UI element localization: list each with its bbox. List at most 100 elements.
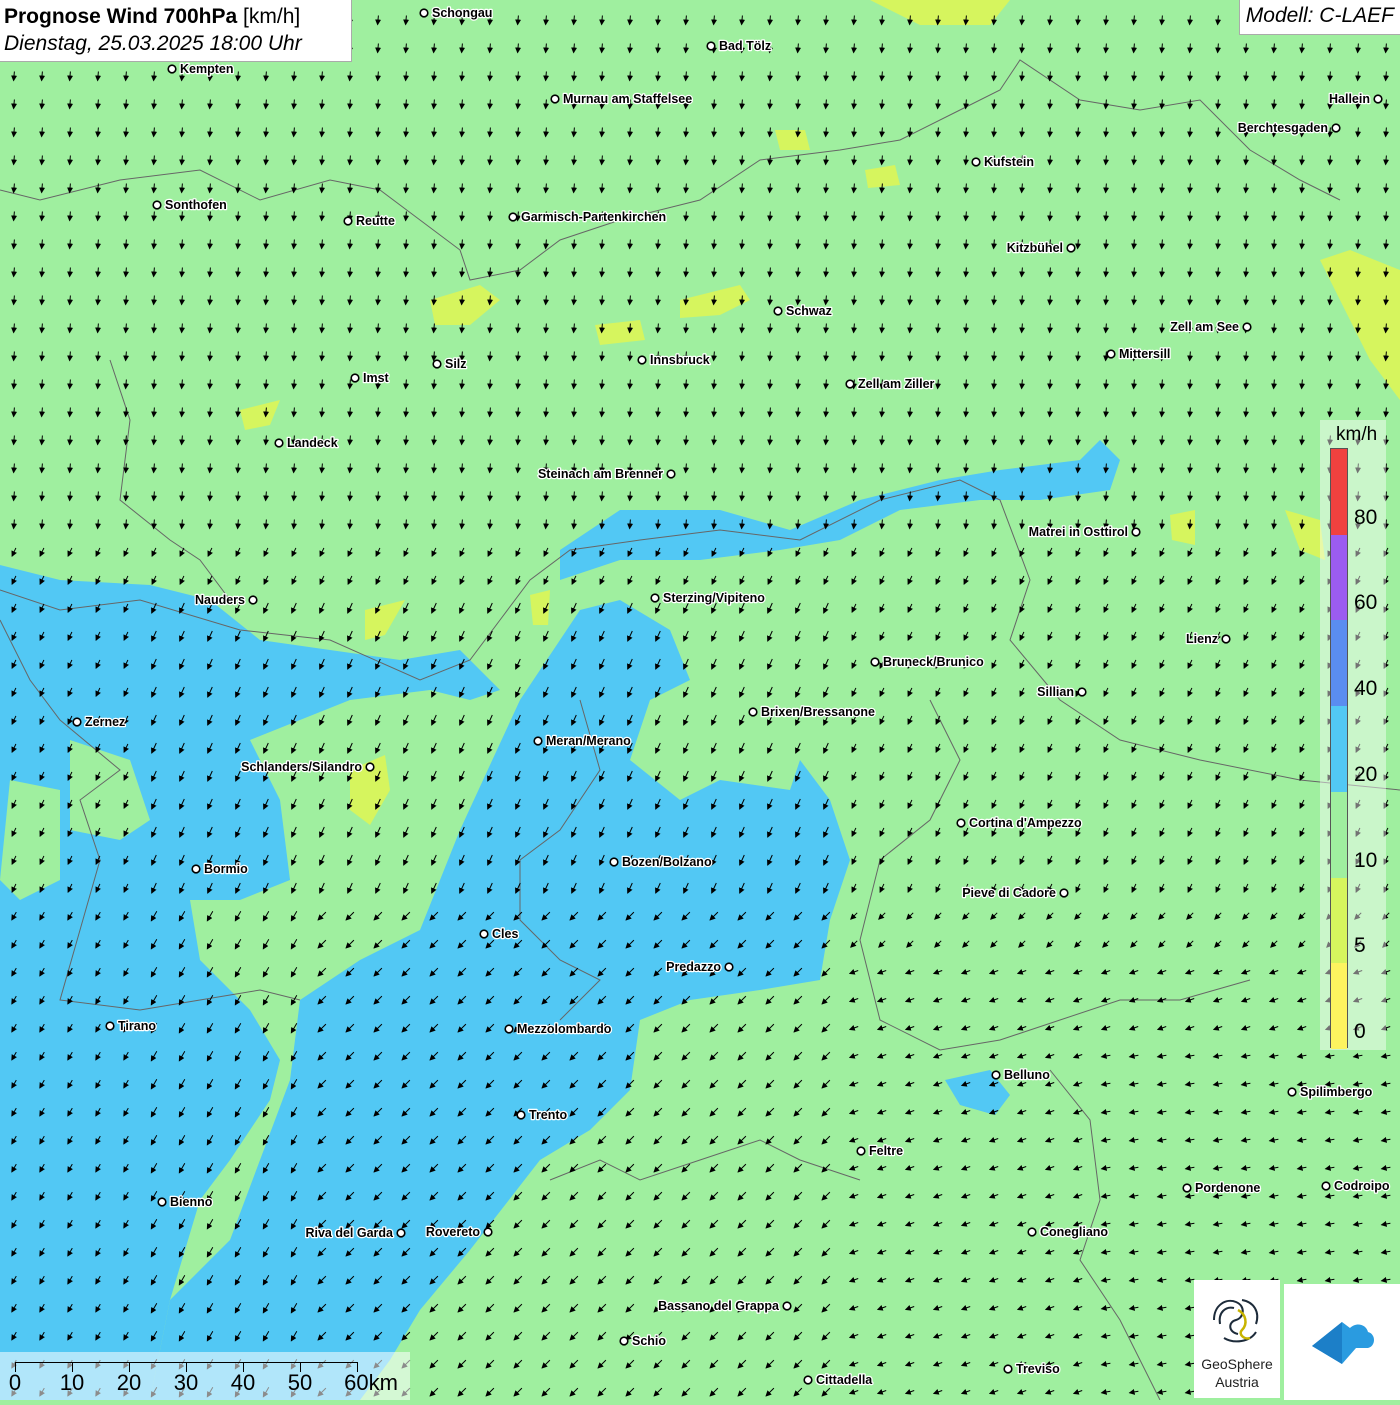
geosphere-name: GeoSphere xyxy=(1201,1356,1273,1372)
city-label: Berchtesgaden xyxy=(1238,121,1328,135)
city-marker xyxy=(1027,1227,1037,1237)
city-label: Zell am Ziller xyxy=(858,377,935,391)
legend-label: 10 xyxy=(1354,848,1378,872)
city-marker xyxy=(991,1070,1001,1080)
forecast-datetime: Dienstag, 25.03.2025 18:00 Uhr xyxy=(4,32,302,55)
city-marker xyxy=(748,707,758,717)
city-marker xyxy=(1331,123,1341,133)
city-label: Zell am See xyxy=(1170,320,1239,334)
city-label: Belluno xyxy=(1004,1068,1050,1082)
city-label: Sterzing/Vipiteno xyxy=(663,591,765,605)
city-label: Trento xyxy=(529,1108,568,1122)
city-marker xyxy=(870,657,880,667)
city-label: Murnau am Staffelsee xyxy=(563,92,692,106)
city-label: Kufstein xyxy=(984,155,1034,169)
city-marker xyxy=(845,379,855,389)
city-label: Schongau xyxy=(432,6,492,20)
city-marker xyxy=(365,762,375,772)
city-label: Lienz xyxy=(1186,632,1218,646)
city-marker xyxy=(157,1197,167,1207)
geosphere-emblem-icon xyxy=(1213,1299,1259,1343)
wind-map[interactable]: Schongau Bad Tölz Kempten Murnau am Staffel… xyxy=(0,0,1400,1400)
city-label: Cittadella xyxy=(816,1373,873,1387)
app-cloud-icon xyxy=(1312,1322,1374,1364)
city-label: Feltre xyxy=(869,1144,903,1158)
city-marker xyxy=(637,355,647,365)
legend-swatch xyxy=(1331,534,1347,621)
city-marker xyxy=(419,8,429,18)
city-label: Sillian xyxy=(1037,685,1074,699)
city-marker xyxy=(1131,527,1141,537)
city-marker xyxy=(1242,322,1252,332)
city-label: Imst xyxy=(363,371,390,385)
color-legend: km/h 0 5 10 20 40 60 80 xyxy=(1320,420,1386,1050)
zone-20-40-inner-green xyxy=(0,780,60,900)
city-label: Reutte xyxy=(356,214,395,228)
legend-swatch xyxy=(1331,877,1347,964)
geosphere-logo[interactable]: GeoSphere Austria xyxy=(1194,1280,1280,1398)
city-marker xyxy=(152,200,162,210)
zone-5-10-j xyxy=(775,130,810,150)
scale-label: 60km xyxy=(344,1370,398,1395)
legend-label: 80 xyxy=(1354,505,1378,529)
city-label: Pieve di Cadore xyxy=(962,886,1056,900)
city-marker xyxy=(550,94,560,104)
city-marker xyxy=(1221,634,1231,644)
map-title-unit: [km/h] xyxy=(243,5,301,28)
city-marker xyxy=(483,1227,493,1237)
city-label: Schwaz xyxy=(786,304,832,318)
city-marker xyxy=(666,469,676,479)
city-label: Schio xyxy=(632,1334,666,1348)
city-marker xyxy=(1066,243,1076,253)
city-marker xyxy=(1321,1181,1331,1191)
city-marker xyxy=(167,64,177,74)
city-marker xyxy=(609,857,619,867)
city-label: Kempten xyxy=(180,62,233,76)
legend-label: 5 xyxy=(1354,934,1366,958)
city-marker xyxy=(1182,1183,1192,1193)
model-label: Modell: C-LAEF xyxy=(1238,0,1400,35)
city-label: Steinach am Brenner xyxy=(538,467,663,481)
city-label: Pordenone xyxy=(1195,1181,1260,1195)
legend-color-bar xyxy=(1330,448,1348,1049)
city-label: Bruneck/Brunico xyxy=(883,655,984,669)
city-label: Schlanders/Silandro xyxy=(241,760,362,774)
city-marker xyxy=(773,306,783,316)
city-label: Bozen/Bolzano xyxy=(622,855,712,869)
city-label: Treviso xyxy=(1016,1362,1060,1376)
city-marker xyxy=(803,1375,813,1385)
city-marker xyxy=(350,373,360,383)
zone-5-10-i xyxy=(530,590,550,625)
legend-swatch xyxy=(1331,620,1347,707)
city-marker xyxy=(248,595,258,605)
city-marker xyxy=(971,157,981,167)
city-label: Garmisch-Partenkirchen xyxy=(521,210,666,224)
city-marker xyxy=(508,212,518,222)
city-label: Riva del Garda xyxy=(305,1226,394,1240)
city-marker xyxy=(516,1110,526,1120)
city-label: Codroipo xyxy=(1334,1179,1390,1193)
scale-label: 50 xyxy=(287,1370,313,1395)
city-label: Conegliano xyxy=(1040,1225,1108,1239)
city-label: Predazzo xyxy=(666,960,721,974)
city-marker xyxy=(274,438,284,448)
legend-swatch xyxy=(1331,963,1347,1049)
city-marker xyxy=(1059,888,1069,898)
legend-label: 40 xyxy=(1354,677,1378,701)
city-label: Silz xyxy=(445,357,467,371)
city-marker xyxy=(1003,1364,1013,1374)
city-label: Rovereto xyxy=(426,1225,481,1239)
app-logo[interactable] xyxy=(1284,1284,1400,1400)
city-marker xyxy=(191,864,201,874)
scale-label: 40 xyxy=(230,1370,256,1395)
city-marker xyxy=(650,593,660,603)
city-label: Matrei in Osttirol xyxy=(1029,525,1128,539)
zone-5-10-m xyxy=(1170,510,1195,545)
city-label: Cortina d'Ampezzo xyxy=(969,816,1082,830)
scale-bar: 0 10 20 30 40 50 60km xyxy=(0,1352,410,1400)
city-label: Bad Tölz xyxy=(719,39,771,53)
city-label: Meran/Merano xyxy=(546,734,631,748)
city-marker xyxy=(1077,687,1087,697)
city-label: Tirano xyxy=(118,1019,156,1033)
legend-label: 20 xyxy=(1354,762,1378,786)
